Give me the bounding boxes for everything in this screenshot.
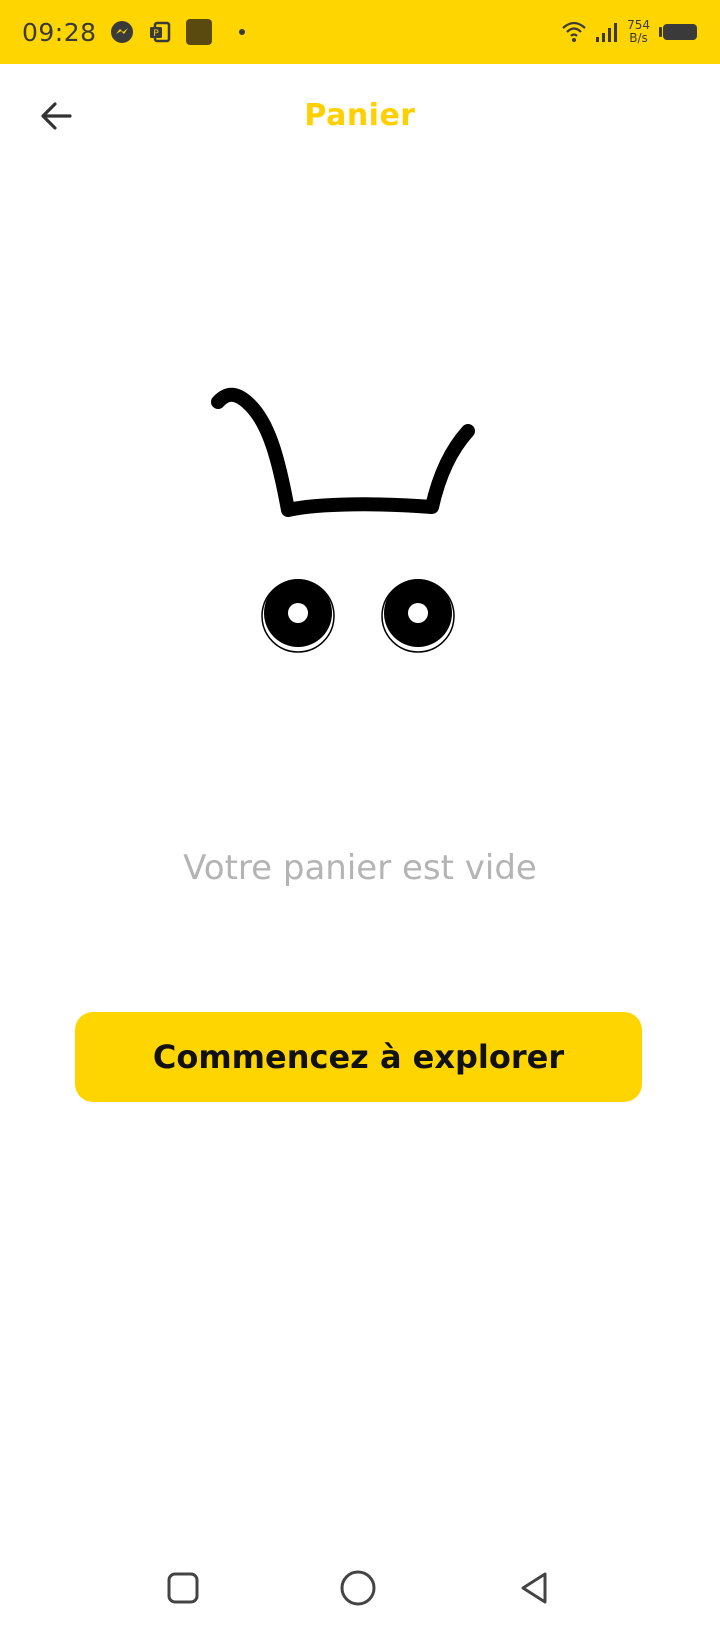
status-right: 754 B/s (561, 19, 698, 45)
system-nav-bar (0, 1540, 720, 1640)
empty-cart-message: Votre panier est vide (183, 848, 537, 888)
status-left: 09:28 P (22, 18, 245, 47)
empty-cart-illustration (200, 385, 500, 685)
svg-text:P: P (153, 29, 159, 39)
network-speed: 754 B/s (627, 19, 650, 45)
page-title: Panier (304, 98, 416, 133)
office-icon: P (147, 19, 173, 45)
back-triangle-icon (517, 1570, 553, 1610)
status-time: 09:28 (22, 17, 97, 47)
recents-square-icon (166, 1571, 200, 1609)
back-nav-button[interactable] (507, 1562, 563, 1618)
notification-dot (238, 29, 245, 35)
home-circle-icon (338, 1568, 378, 1612)
status-bar: 09:28 P 754 B/s (0, 0, 720, 64)
messenger-icon (109, 19, 135, 45)
app-bar: Panier (0, 64, 720, 176)
start-exploring-button[interactable]: Commencez à explorer (75, 1012, 642, 1102)
battery-icon (658, 23, 698, 41)
app-square-icon (185, 18, 213, 46)
signal-icon (595, 21, 619, 43)
recents-button[interactable] (155, 1562, 211, 1618)
empty-cart-icon (211, 387, 475, 653)
network-speed-unit: B/s (629, 31, 648, 45)
wifi-icon (561, 20, 587, 44)
home-button[interactable] (330, 1562, 386, 1618)
